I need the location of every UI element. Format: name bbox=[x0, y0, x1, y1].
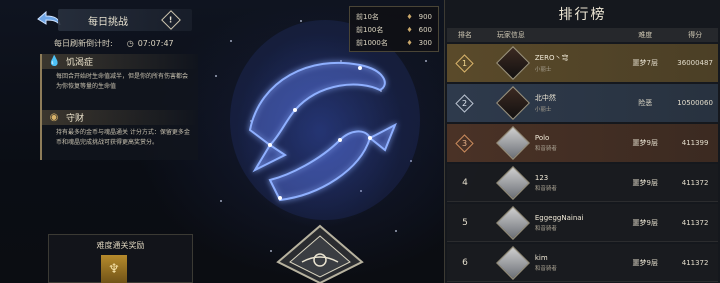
player-title: 小丽士 bbox=[534, 107, 552, 113]
score: 411372 bbox=[681, 218, 709, 227]
player-name: 北中然 bbox=[534, 94, 556, 102]
left-column: 每日挑战 ! 每日刷新倒计时: ◷ 07:07:47 💧 饥渴症 每回合开始时生… bbox=[0, 0, 205, 283]
player-title: 和音骑者 bbox=[534, 185, 557, 192]
tier-row: 前1000名 ♦ 300 bbox=[356, 36, 432, 49]
player-title: 和音骑者 bbox=[534, 146, 557, 152]
player-name: kim bbox=[534, 253, 548, 262]
player-info: 123 和音骑者 bbox=[483, 165, 619, 200]
effect-name: 饥渴症 bbox=[66, 58, 94, 68]
rank-badge-icon: 2 bbox=[455, 93, 475, 113]
water-drop-icon: 💧 bbox=[48, 55, 61, 67]
col-score: 得分 bbox=[688, 31, 703, 39]
tier-row: 前100名 ♦ 600 bbox=[356, 23, 432, 36]
player-info: Polo 和音骑者 bbox=[483, 126, 619, 160]
effect-panel-hunger[interactable]: 💧 饥渴症 每回合开始时生命值减半，但是你的所有伤害都会为你恢复等量的生命值 bbox=[40, 54, 198, 110]
flame-icon: ♦ bbox=[406, 25, 413, 34]
tier-label: 前1000名 bbox=[356, 38, 388, 47]
col-player: 玩家信息 bbox=[496, 31, 525, 39]
effect-description: 每回合开始时生命值减半，但是你的所有伤害都会为你恢复等量的生命值 bbox=[56, 73, 189, 90]
col-rank: 排名 bbox=[457, 31, 472, 39]
ranking-row[interactable]: 6 kim 和音骑者 噩梦9层 411372 bbox=[447, 244, 718, 282]
info-button[interactable]: ! bbox=[161, 10, 181, 30]
reward-item[interactable]: ♆ bbox=[101, 255, 127, 283]
ranking-row[interactable]: 1 ZERO丶穹 小丽士 噩梦7层 36000487 bbox=[447, 44, 718, 82]
info-icon: ! bbox=[169, 15, 173, 25]
player-info: kim 和音骑者 bbox=[483, 245, 619, 280]
effect-panel-hoard[interactable]: ◉ 守财 持有最多的金币与魂晶通关 计分方式：保留更多金币和魂晶完成挑战可获得更… bbox=[40, 110, 198, 160]
timer-label: 每日刷新倒计时: bbox=[54, 38, 113, 48]
rank-number: 6 bbox=[462, 257, 468, 268]
rank-badge-icon: 3 bbox=[455, 133, 475, 153]
page-title: 每日挑战 bbox=[88, 16, 128, 28]
difficulty: 险恶 bbox=[638, 99, 653, 107]
ranking-row[interactable]: 5 EggeggNainai 和音骑者 噩梦9层 411372 bbox=[447, 204, 718, 242]
rank-number: 4 bbox=[462, 177, 468, 188]
avatar bbox=[495, 245, 530, 280]
player-title: 小丽士 bbox=[534, 67, 552, 73]
player-name: ZERO丶穹 bbox=[534, 54, 569, 62]
challenge-title-bar: 每日挑战 ! bbox=[58, 9, 192, 31]
avatar bbox=[495, 165, 530, 200]
difficulty: 噩梦9层 bbox=[632, 218, 659, 227]
score: 36000487 bbox=[677, 59, 713, 67]
col-difficulty: 难度 bbox=[638, 31, 653, 39]
ranking-header: 排名 玩家信息 难度 得分 bbox=[447, 28, 718, 42]
difficulty: 噩梦9层 bbox=[632, 139, 659, 147]
player-info: ZERO丶穹 小丽士 bbox=[483, 46, 619, 80]
difficulty: 噩梦9层 bbox=[632, 258, 659, 267]
difficulty: 噩梦9层 bbox=[632, 178, 659, 187]
avatar bbox=[495, 46, 530, 80]
player-info: EggeggNainai 和音骑者 bbox=[483, 205, 619, 240]
difficulty-reward-box: 难度通关奖励 ♆ bbox=[48, 234, 193, 283]
tier-label: 前10名 bbox=[356, 12, 379, 21]
tier-label: 前100名 bbox=[356, 25, 384, 34]
difficulty: 噩梦7层 bbox=[632, 59, 659, 67]
effect-name: 守财 bbox=[66, 114, 85, 124]
ranking-panel: 排行榜 排名 玩家信息 难度 得分 1 ZERO丶穹 小丽士 噩梦7层 36000… bbox=[444, 0, 720, 283]
tier-value: 300 bbox=[418, 38, 432, 47]
flame-rune-icon: ♆ bbox=[108, 262, 120, 277]
coin-icon: ◉ bbox=[49, 111, 59, 123]
score: 411372 bbox=[681, 178, 709, 187]
refresh-timer: 每日刷新倒计时: ◷ 07:07:47 bbox=[54, 36, 204, 50]
player-info: 北中然 小丽士 bbox=[483, 86, 619, 120]
player-name: 123 bbox=[534, 173, 549, 182]
avatar bbox=[495, 86, 530, 120]
ranking-title: 排行榜 bbox=[558, 7, 607, 23]
rank-number: 5 bbox=[462, 217, 468, 228]
score: 10500060 bbox=[677, 99, 713, 107]
player-name: Polo bbox=[534, 134, 550, 142]
ranking-row[interactable]: 4 123 和音骑者 噩梦9层 411372 bbox=[447, 164, 718, 202]
effect-description: 持有最多的金币与魂晶通关 计分方式：保留更多金币和魂晶完成挑战可获得更高奖赏分。 bbox=[56, 129, 190, 146]
player-name: EggeggNainai bbox=[534, 213, 584, 222]
score: 411372 bbox=[681, 258, 709, 267]
avatar bbox=[495, 126, 530, 160]
flame-icon: ♦ bbox=[406, 38, 413, 47]
player-title: 和音骑者 bbox=[534, 225, 557, 232]
reward-title: 难度通关奖励 bbox=[96, 241, 145, 250]
tier-row: 前10名 ♦ 900 bbox=[356, 10, 432, 23]
score: 411399 bbox=[681, 139, 709, 147]
ranking-row[interactable]: 2 北中然小丽士 险恶 10500060 bbox=[447, 84, 718, 122]
tier-value: 600 bbox=[418, 25, 432, 34]
timer-value: 07:07:47 bbox=[137, 38, 174, 48]
flame-icon: ♦ bbox=[406, 12, 413, 21]
ranking-row[interactable]: 3 Polo 和音骑者 噩梦9层 411399 bbox=[447, 124, 718, 162]
player-title: 和音骑者 bbox=[534, 265, 557, 272]
tier-value: 900 bbox=[418, 12, 432, 21]
clock-icon: ◷ bbox=[126, 38, 134, 48]
avatar bbox=[495, 205, 530, 240]
tier-reward-box: 前10名 ♦ 900 前100名 ♦ 600 前1000名 ♦ 300 bbox=[349, 6, 439, 52]
start-challenge-sigil[interactable] bbox=[272, 222, 368, 283]
rank-badge-icon: 1 bbox=[455, 53, 475, 73]
